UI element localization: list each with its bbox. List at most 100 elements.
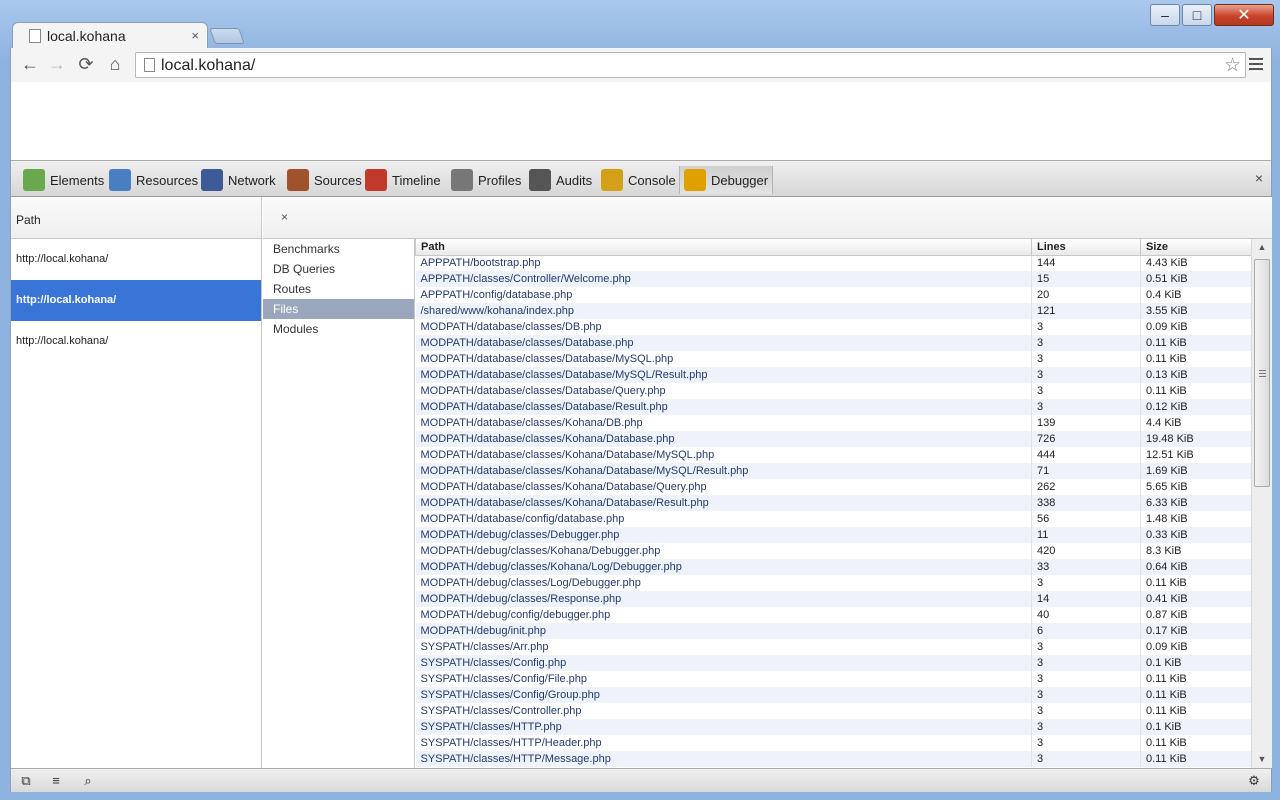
cell-path: MODPATH/database/classes/Kohana/Database…: [415, 479, 1032, 495]
devtools-tab-network[interactable]: Network: [201, 166, 276, 194]
devtools-tab-audits[interactable]: Audits: [529, 166, 592, 194]
cell-size: 0.13 KiB: [1140, 367, 1251, 383]
cell-lines: 3: [1031, 671, 1141, 687]
cell-path: SYSPATH/classes/Arr.php: [415, 639, 1032, 655]
cell-size: 0.1 KiB: [1140, 655, 1251, 671]
scroll-up-icon[interactable]: ▲: [1252, 239, 1272, 256]
table-row[interactable]: MODPATH/database/classes/Kohana/Database…: [415, 431, 1251, 447]
cell-path: MODPATH/database/classes/Database/Query.…: [415, 383, 1032, 399]
table-row[interactable]: MODPATH/debug/init.php 6 0.17 KiB: [415, 623, 1251, 639]
table-row[interactable]: SYSPATH/classes/HTTP/Header.php 3 0.11 KiB: [415, 735, 1251, 751]
table-row[interactable]: MODPATH/debug/config/debugger.php 40 0.87 …: [415, 607, 1251, 623]
settings-gear-icon[interactable]: ⚙: [1243, 772, 1265, 790]
table-row[interactable]: MODPATH/debug/classes/Kohana/Log/Debugge…: [415, 559, 1251, 575]
scroll-down-icon[interactable]: ▼: [1252, 751, 1272, 768]
cell-lines: 726: [1031, 431, 1141, 447]
devtools-tab-elements[interactable]: Elements: [23, 166, 104, 194]
console-icon: [601, 169, 623, 191]
table-row[interactable]: APPPATH/classes/Controller/Welcome.php 15…: [415, 271, 1251, 287]
table-row[interactable]: MODPATH/database/classes/Kohana/Database…: [415, 495, 1251, 511]
table-row[interactable]: APPPATH/bootstrap.php 144 4.43 KiB: [415, 255, 1251, 271]
menu-icon[interactable]: [1249, 55, 1263, 73]
table-row[interactable]: SYSPATH/classes/Controller.php 3 0.11 KiB: [415, 703, 1251, 719]
table-row[interactable]: MODPATH/database/classes/DB.php 3 0.09 KiB: [415, 319, 1251, 335]
table-row[interactable]: MODPATH/debug/classes/Response.php 14 0.41…: [415, 591, 1251, 607]
devtools-tab-console[interactable]: Console: [601, 166, 676, 194]
vertical-scrollbar[interactable]: ▲ ▼: [1251, 239, 1272, 768]
bookmark-star-icon[interactable]: ☆: [1224, 54, 1241, 77]
section-benchmarks[interactable]: Benchmarks: [263, 239, 414, 259]
cell-lines: 3: [1031, 399, 1141, 415]
minimize-button[interactable]: –: [1150, 4, 1180, 26]
request-item[interactable]: http://local.kohana/: [11, 280, 261, 321]
browser-tab[interactable]: local.kohana ×: [12, 22, 208, 49]
reload-button[interactable]: ⟳: [75, 53, 97, 75]
close-window-button[interactable]: ✕: [1214, 4, 1274, 26]
cell-path: MODPATH/database/classes/Kohana/DB.php: [415, 415, 1032, 431]
dock-icon[interactable]: ⧉: [15, 772, 37, 790]
column-header-path[interactable]: Path: [415, 239, 1032, 256]
cell-size: 0.11 KiB: [1140, 671, 1251, 687]
cell-lines: 3: [1031, 687, 1141, 703]
maximize-icon: □: [1192, 7, 1202, 23]
section-routes[interactable]: Routes: [263, 279, 414, 299]
table-row[interactable]: SYSPATH/classes/Arr.php 3 0.09 KiB: [415, 639, 1251, 655]
section-files[interactable]: Files: [263, 299, 414, 319]
cell-path: SYSPATH/classes/Config/Group.php: [415, 687, 1032, 703]
minimize-icon: –: [1161, 7, 1169, 23]
table-row[interactable]: MODPATH/database/classes/Database.php 3 0.…: [415, 335, 1251, 351]
devtools-tab-sources[interactable]: Sources: [287, 166, 362, 194]
table-row[interactable]: MODPATH/database/classes/Kohana/Database…: [415, 479, 1251, 495]
devtools-tab-label: Network: [228, 172, 276, 188]
page-viewport: [10, 82, 1272, 160]
maximize-button[interactable]: □: [1182, 4, 1212, 26]
table-row[interactable]: MODPATH/database/classes/Database/MySQL.…: [415, 351, 1251, 367]
section-modules[interactable]: Modules: [263, 319, 414, 339]
table-row[interactable]: MODPATH/database/classes/Database/Query.…: [415, 383, 1251, 399]
table-row[interactable]: MODPATH/debug/classes/Debugger.php 11 0.33…: [415, 527, 1251, 543]
table-row[interactable]: MODPATH/database/classes/Database/MySQL/…: [415, 367, 1251, 383]
column-header-lines[interactable]: Lines: [1031, 239, 1141, 256]
devtools-tab-debugger[interactable]: Debugger: [679, 166, 774, 194]
page-icon: [144, 58, 155, 72]
table-row[interactable]: MODPATH/database/config/database.php 56 1.…: [415, 511, 1251, 527]
devtools-status-bar: ⧉ ≡ ⌕ ⚙: [11, 768, 1271, 792]
column-header-size[interactable]: Size: [1140, 239, 1251, 256]
browser-toolbar: ← → ⟳ ⌂ local.kohana/ ☆: [10, 48, 1272, 82]
home-button[interactable]: ⌂: [104, 53, 126, 75]
console-toggle-icon[interactable]: ≡: [45, 772, 67, 790]
tab-close-icon[interactable]: ×: [191, 28, 199, 43]
back-button[interactable]: ←: [19, 53, 41, 75]
table-row[interactable]: SYSPATH/classes/HTTP/Message.php 3 0.11 Ki…: [415, 751, 1251, 767]
devtools-tab-profiles[interactable]: Profiles: [451, 166, 521, 194]
devtools-tab-timeline[interactable]: Timeline: [365, 166, 441, 194]
table-row[interactable]: MODPATH/database/classes/Kohana/Database…: [415, 447, 1251, 463]
table-row[interactable]: MODPATH/database/classes/Database/Result…: [415, 399, 1251, 415]
close-icon: ✕: [1237, 7, 1251, 24]
table-row[interactable]: SYSPATH/classes/HTTP.php 3 0.1 KiB: [415, 719, 1251, 735]
table-row[interactable]: MODPATH/database/classes/Kohana/DB.php 13…: [415, 415, 1251, 431]
table-row[interactable]: SYSPATH/classes/Config/File.php 3 0.11 KiB: [415, 671, 1251, 687]
cell-size: 0.87 KiB: [1140, 607, 1251, 623]
path-header: Path: [11, 197, 261, 239]
devtools-tab-resources[interactable]: Resources: [109, 166, 198, 194]
scrollbar-thumb[interactable]: [1254, 259, 1270, 487]
table-row[interactable]: MODPATH/debug/classes/Kohana/Debugger.ph…: [415, 543, 1251, 559]
devtools-close-icon[interactable]: ×: [1255, 170, 1263, 186]
table-row[interactable]: SYSPATH/classes/Config.php 3 0.1 KiB: [415, 655, 1251, 671]
new-tab-button[interactable]: [209, 28, 245, 44]
request-item[interactable]: http://local.kohana/: [11, 321, 261, 362]
table-row[interactable]: /shared/www/kohana/index.php 121 3.55 KiB: [415, 303, 1251, 319]
section-db-queries[interactable]: DB Queries: [263, 259, 414, 279]
table-row[interactable]: MODPATH/debug/classes/Log/Debugger.php 3 0…: [415, 575, 1251, 591]
address-bar[interactable]: local.kohana/ ☆: [135, 52, 1246, 78]
table-row[interactable]: APPPATH/config/database.php 20 0.4 KiB: [415, 287, 1251, 303]
request-list-panel: Path http://local.kohana/http://local.ko…: [11, 197, 262, 768]
table-row[interactable]: SYSPATH/classes/Config/Group.php 3 0.11 Ki…: [415, 687, 1251, 703]
cell-lines: 14: [1031, 591, 1141, 607]
search-icon[interactable]: ⌕: [77, 772, 99, 790]
forward-button[interactable]: →: [46, 53, 68, 75]
table-row[interactable]: MODPATH/database/classes/Kohana/Database…: [415, 463, 1251, 479]
close-details-icon[interactable]: ×: [281, 210, 288, 224]
request-item[interactable]: http://local.kohana/: [11, 239, 261, 280]
